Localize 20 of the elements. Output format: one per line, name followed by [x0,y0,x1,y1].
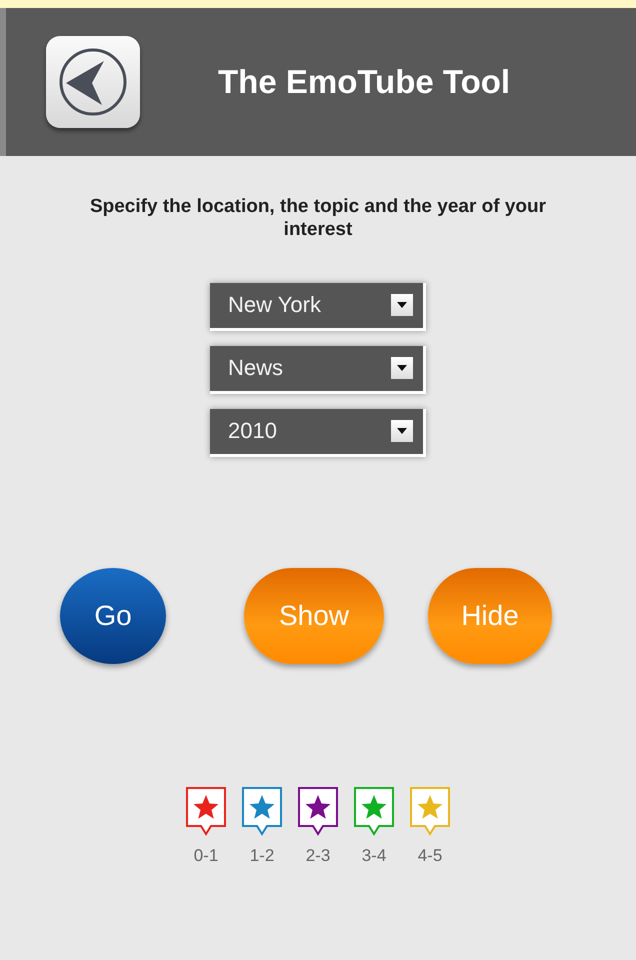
star-marker-icon [241,786,283,838]
instruction-text: Specify the location, the topic and the year of your interest [88,196,548,242]
back-button[interactable] [46,36,140,128]
dropdown[interactable]: New York [210,282,426,331]
legend-label: 3-4 [362,846,386,866]
star-marker-icon [297,786,339,838]
legend-label: 1-2 [250,846,274,866]
legend-label: 2-3 [306,846,330,866]
legend-label: 0-1 [194,846,218,866]
app-title: The EmoTube Tool [218,63,510,101]
dropdown[interactable]: News [210,346,426,394]
dropdown[interactable]: 2010 [210,408,426,457]
dropdown-caret-icon [391,420,413,442]
legend-label: 4-5 [418,846,442,866]
round-button[interactable]: Go [60,568,166,664]
dropdown-caret-icon [391,357,413,380]
star-marker-icon [185,786,227,838]
star-marker-icon [353,786,395,838]
dropdown-caret-icon [391,294,413,316]
star-marker-icon [409,786,451,838]
